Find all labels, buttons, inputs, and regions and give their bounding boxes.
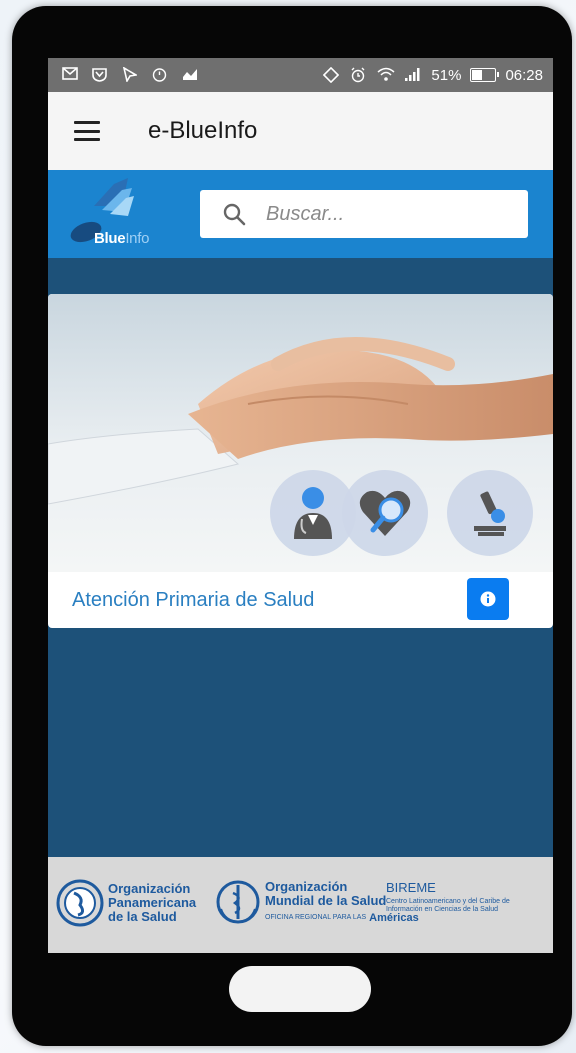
card-title: Atención Primaria de Salud xyxy=(72,588,315,611)
bireme-line1: Centro Latinoamericano y del Caribe de xyxy=(386,898,510,905)
shield-icon xyxy=(92,67,110,83)
info-icon xyxy=(480,591,496,607)
cursor-icon xyxy=(122,66,140,84)
who-emblem-icon xyxy=(216,880,260,924)
info-button[interactable] xyxy=(467,578,509,620)
partners-footer: Organización Panamericana de la Salud Or… xyxy=(48,857,553,953)
status-bar: 51% 06:28 xyxy=(48,58,553,92)
battery-icon xyxy=(470,68,500,82)
timer-icon xyxy=(152,67,170,83)
category-card[interactable]: Atención Primaria de Salud xyxy=(48,294,553,628)
alarm-icon xyxy=(350,67,368,83)
heart-search-icon xyxy=(342,470,428,556)
bireme-name: BIREME xyxy=(386,880,436,895)
search-header: BlueInfo xyxy=(48,170,553,258)
paho-logo: Organización Panamericana de la Salud xyxy=(56,879,196,927)
card-image xyxy=(48,294,553,572)
blueinfo-logo: BlueInfo xyxy=(66,176,176,252)
search-input[interactable] xyxy=(264,201,498,227)
app-title: e-BlueInfo xyxy=(148,117,258,144)
clock-time: 06:28 xyxy=(505,66,543,84)
bireme-line2: Información en Ciencias de la Salud xyxy=(386,906,499,913)
signal-icon xyxy=(404,67,422,83)
app-bar: e-BlueInfo xyxy=(48,92,553,170)
microscope-icon xyxy=(447,470,533,556)
mail-icon xyxy=(62,67,80,83)
paho-line2: Panamericana xyxy=(108,895,197,910)
vibrate-icon xyxy=(323,66,341,84)
home-button[interactable] xyxy=(229,966,371,1012)
paho-line1: Organización xyxy=(108,881,191,896)
paho-line3: de la Salud xyxy=(108,909,177,924)
search-box[interactable] xyxy=(200,190,528,238)
hamburger-icon[interactable] xyxy=(74,121,100,141)
battery-percent: 51% xyxy=(431,66,462,84)
bireme-logo: BIREME Centro Latinoamericano y del Cari… xyxy=(386,881,510,914)
card-footer: Atención Primaria de Salud xyxy=(48,572,553,628)
paho-emblem-icon xyxy=(56,879,104,927)
search-icon xyxy=(222,202,246,226)
share-icon xyxy=(182,67,200,83)
app-screen: 51% 06:28 e-BlueInfo BlueInfo Buscar... … xyxy=(48,58,553,953)
logo-text: BlueInfo xyxy=(94,230,150,247)
who-small-text: OFICINA REGIONAL PARA LAS xyxy=(265,913,367,921)
wifi-icon xyxy=(377,67,395,83)
